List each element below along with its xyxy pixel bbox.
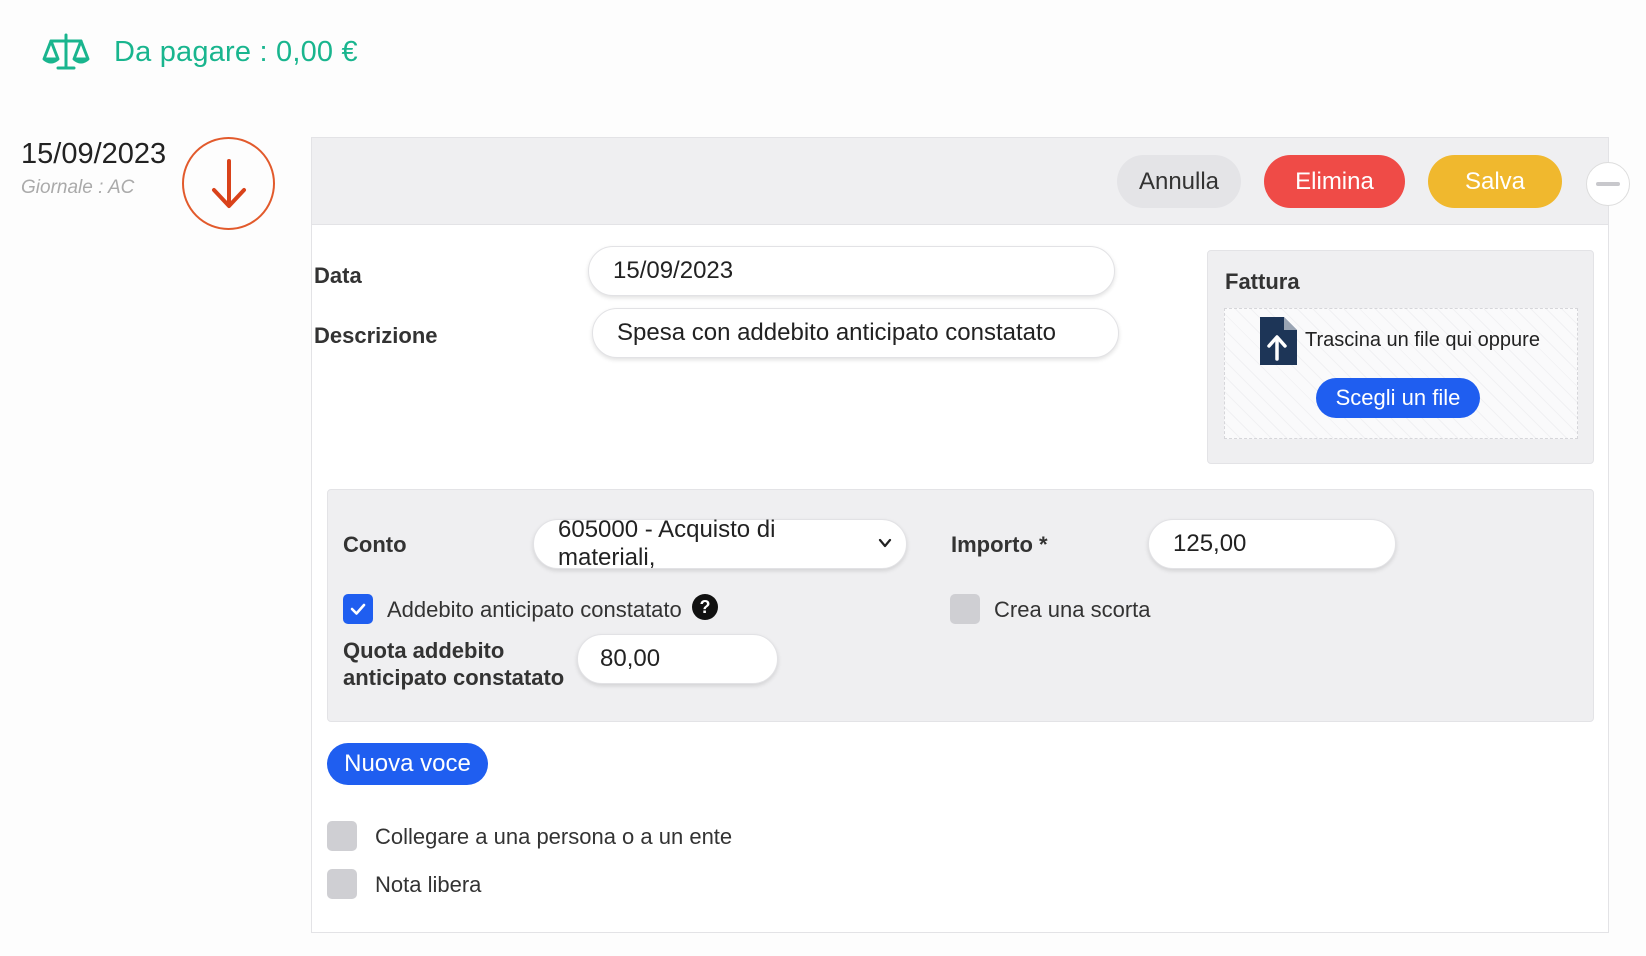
date-label: Data xyxy=(314,263,362,288)
collapse-button[interactable] xyxy=(1586,162,1630,206)
description-field[interactable]: Spesa con addebito anticipato constatato xyxy=(592,308,1119,358)
new-line-button[interactable]: Nuova voce xyxy=(327,743,488,785)
delete-button[interactable]: Elimina xyxy=(1264,155,1405,208)
quota-label-line1: Quota addebito xyxy=(343,638,505,663)
entry-card: Annulla Elimina Salva Data 15/09/2023 De… xyxy=(311,137,1630,933)
check-icon xyxy=(350,603,366,615)
entry-date: 15/09/2023 xyxy=(21,138,167,170)
quota-label: Quota addebito anticipato constatato xyxy=(343,637,564,691)
choose-file-button[interactable]: Scegli un file xyxy=(1316,378,1480,418)
account-select[interactable]: 605000 - Acquisto di materiali, xyxy=(533,516,907,571)
arrow-down-icon xyxy=(211,158,246,208)
account-label: Conto xyxy=(343,532,407,557)
invoice-title: Fattura xyxy=(1225,269,1300,294)
amount-field[interactable]: 125,00 xyxy=(1148,519,1396,569)
file-upload-icon xyxy=(1260,317,1297,365)
quota-field[interactable]: 80,00 xyxy=(577,634,778,684)
description-label: Descrizione xyxy=(314,323,438,348)
file-dropzone[interactable]: Trascina un file qui oppure Scegli un fi… xyxy=(1224,308,1578,439)
cancel-button[interactable]: Annulla xyxy=(1117,155,1241,208)
save-button[interactable]: Salva xyxy=(1428,155,1562,208)
free-note-checkbox[interactable] xyxy=(327,869,357,899)
dropzone-text: Trascina un file qui oppure xyxy=(1305,329,1540,351)
scales-icon xyxy=(42,33,90,70)
invoice-panel: Fattura Trascina un file qui oppure Sceg… xyxy=(1207,250,1594,464)
balance-summary: Da pagare : 0,00 € xyxy=(42,32,358,72)
stock-checkbox[interactable] xyxy=(950,594,980,624)
prepaid-label: Addebito anticipato constatato xyxy=(387,597,682,622)
free-note-label: Nota libera xyxy=(375,872,482,897)
prepaid-checkbox[interactable] xyxy=(343,594,373,624)
entry-line: Conto 605000 - Acquisto di materiali, Im… xyxy=(327,489,1594,722)
link-person-label: Collegare a una persona o a un ente xyxy=(375,824,733,849)
direction-badge xyxy=(182,137,275,230)
link-person-checkbox[interactable] xyxy=(327,821,357,851)
entry-header: 15/09/2023 Giornale : AC xyxy=(21,138,166,199)
quota-label-line2: anticipato constatato xyxy=(343,665,565,690)
stock-label: Crea una scorta xyxy=(994,597,1151,622)
balance-text: Da pagare : 0,00 € xyxy=(114,35,358,68)
chevron-down-icon xyxy=(878,538,892,548)
minus-icon xyxy=(1596,182,1620,186)
entry-toolbar: Annulla Elimina Salva xyxy=(312,138,1630,225)
amount-label: Importo * xyxy=(951,532,1048,557)
date-field[interactable]: 15/09/2023 xyxy=(588,246,1115,296)
help-icon[interactable]: ? xyxy=(692,594,718,620)
entry-journal: Giornale : AC xyxy=(21,177,135,198)
account-select-value: 605000 - Acquisto di materiali, xyxy=(558,516,776,571)
